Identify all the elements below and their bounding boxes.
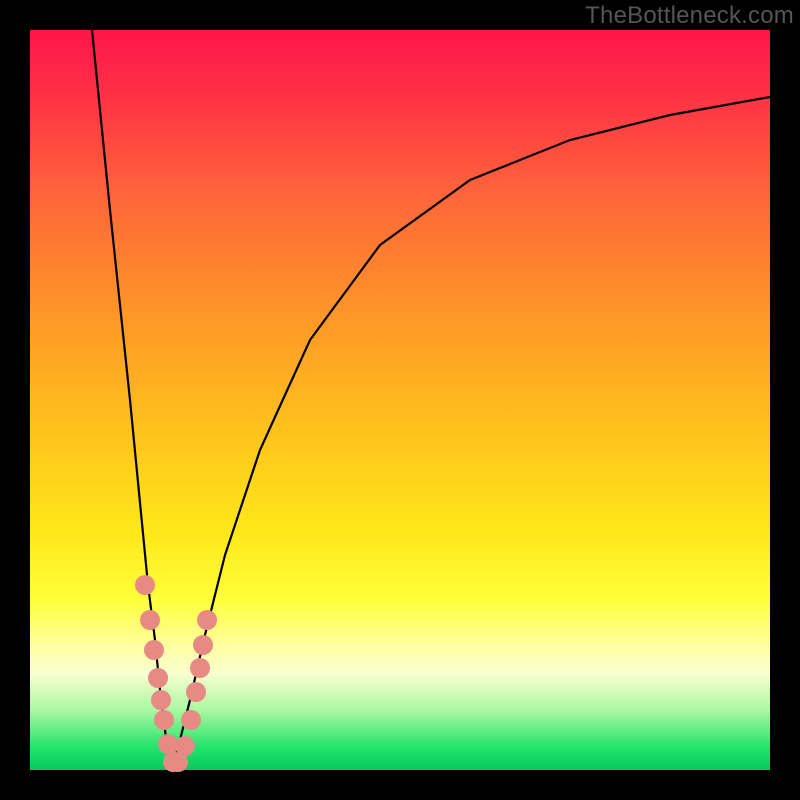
marker-dot	[158, 734, 178, 754]
curve-right-branch	[175, 97, 770, 760]
marker-dots	[135, 575, 217, 772]
marker-dot	[151, 690, 171, 710]
marker-dot	[190, 658, 210, 678]
marker-dot	[154, 710, 174, 730]
marker-dot	[140, 610, 160, 630]
marker-dot	[197, 610, 217, 630]
plot-area	[30, 30, 770, 770]
marker-dot	[135, 575, 155, 595]
chart-frame: TheBottleneck.com	[0, 0, 800, 800]
marker-dot	[175, 736, 195, 756]
marker-dot	[193, 635, 213, 655]
watermark-text: TheBottleneck.com	[585, 2, 794, 30]
marker-dot	[181, 710, 201, 730]
marker-dot	[186, 682, 206, 702]
marker-dot	[148, 668, 168, 688]
marker-dot	[144, 640, 164, 660]
curve-svg	[30, 30, 770, 770]
